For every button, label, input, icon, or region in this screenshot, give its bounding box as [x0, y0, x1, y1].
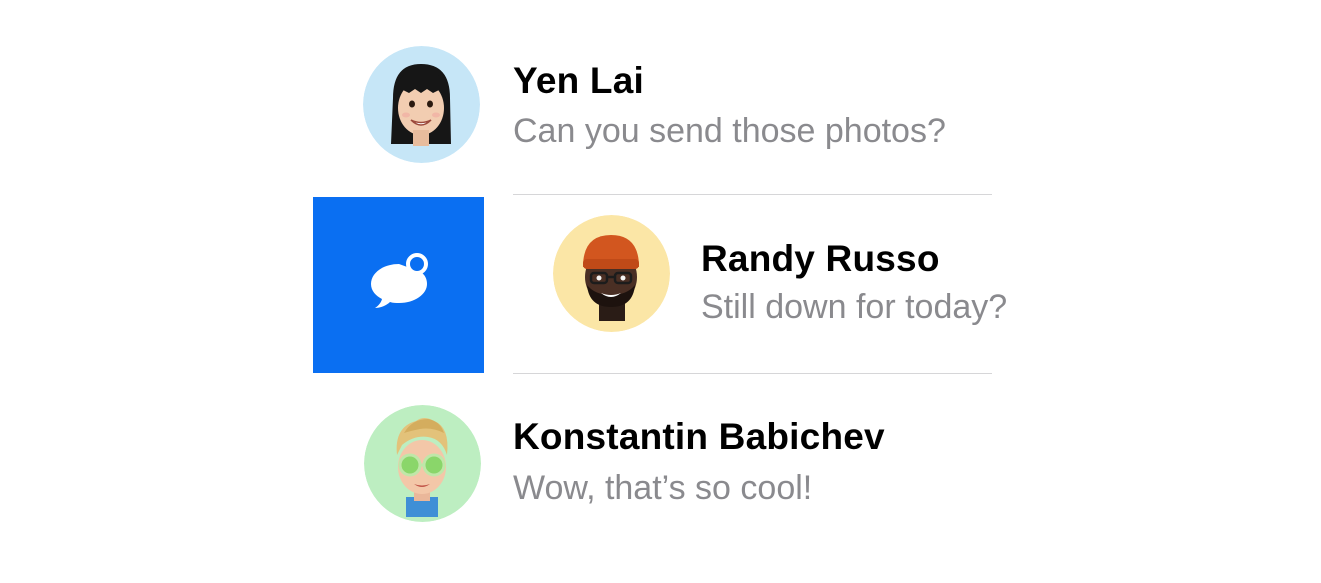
contact-name: Konstantin Babichev	[513, 416, 885, 457]
avatar	[364, 405, 481, 522]
conversation-row[interactable]: Konstantin Babichev Wow, that’s so cool!	[0, 374, 1321, 583]
conversation-row[interactable]: Randy Russo Still down for today?	[0, 196, 1321, 374]
message-preview: Still down for today?	[701, 288, 1008, 326]
message-preview: Can you send those photos?	[513, 112, 946, 150]
contact-name: Yen Lai	[513, 60, 644, 101]
conversation-row[interactable]: Yen Lai Can you send those photos?	[0, 0, 1321, 196]
row-divider	[513, 194, 992, 195]
message-preview: Wow, that’s so cool!	[513, 469, 813, 507]
avatar	[363, 46, 480, 163]
avatar	[553, 215, 670, 332]
memoji-avatar-icon	[363, 46, 480, 163]
memoji-avatar-icon	[553, 215, 670, 332]
memoji-avatar-icon	[364, 405, 481, 522]
contact-name: Randy Russo	[701, 238, 940, 279]
